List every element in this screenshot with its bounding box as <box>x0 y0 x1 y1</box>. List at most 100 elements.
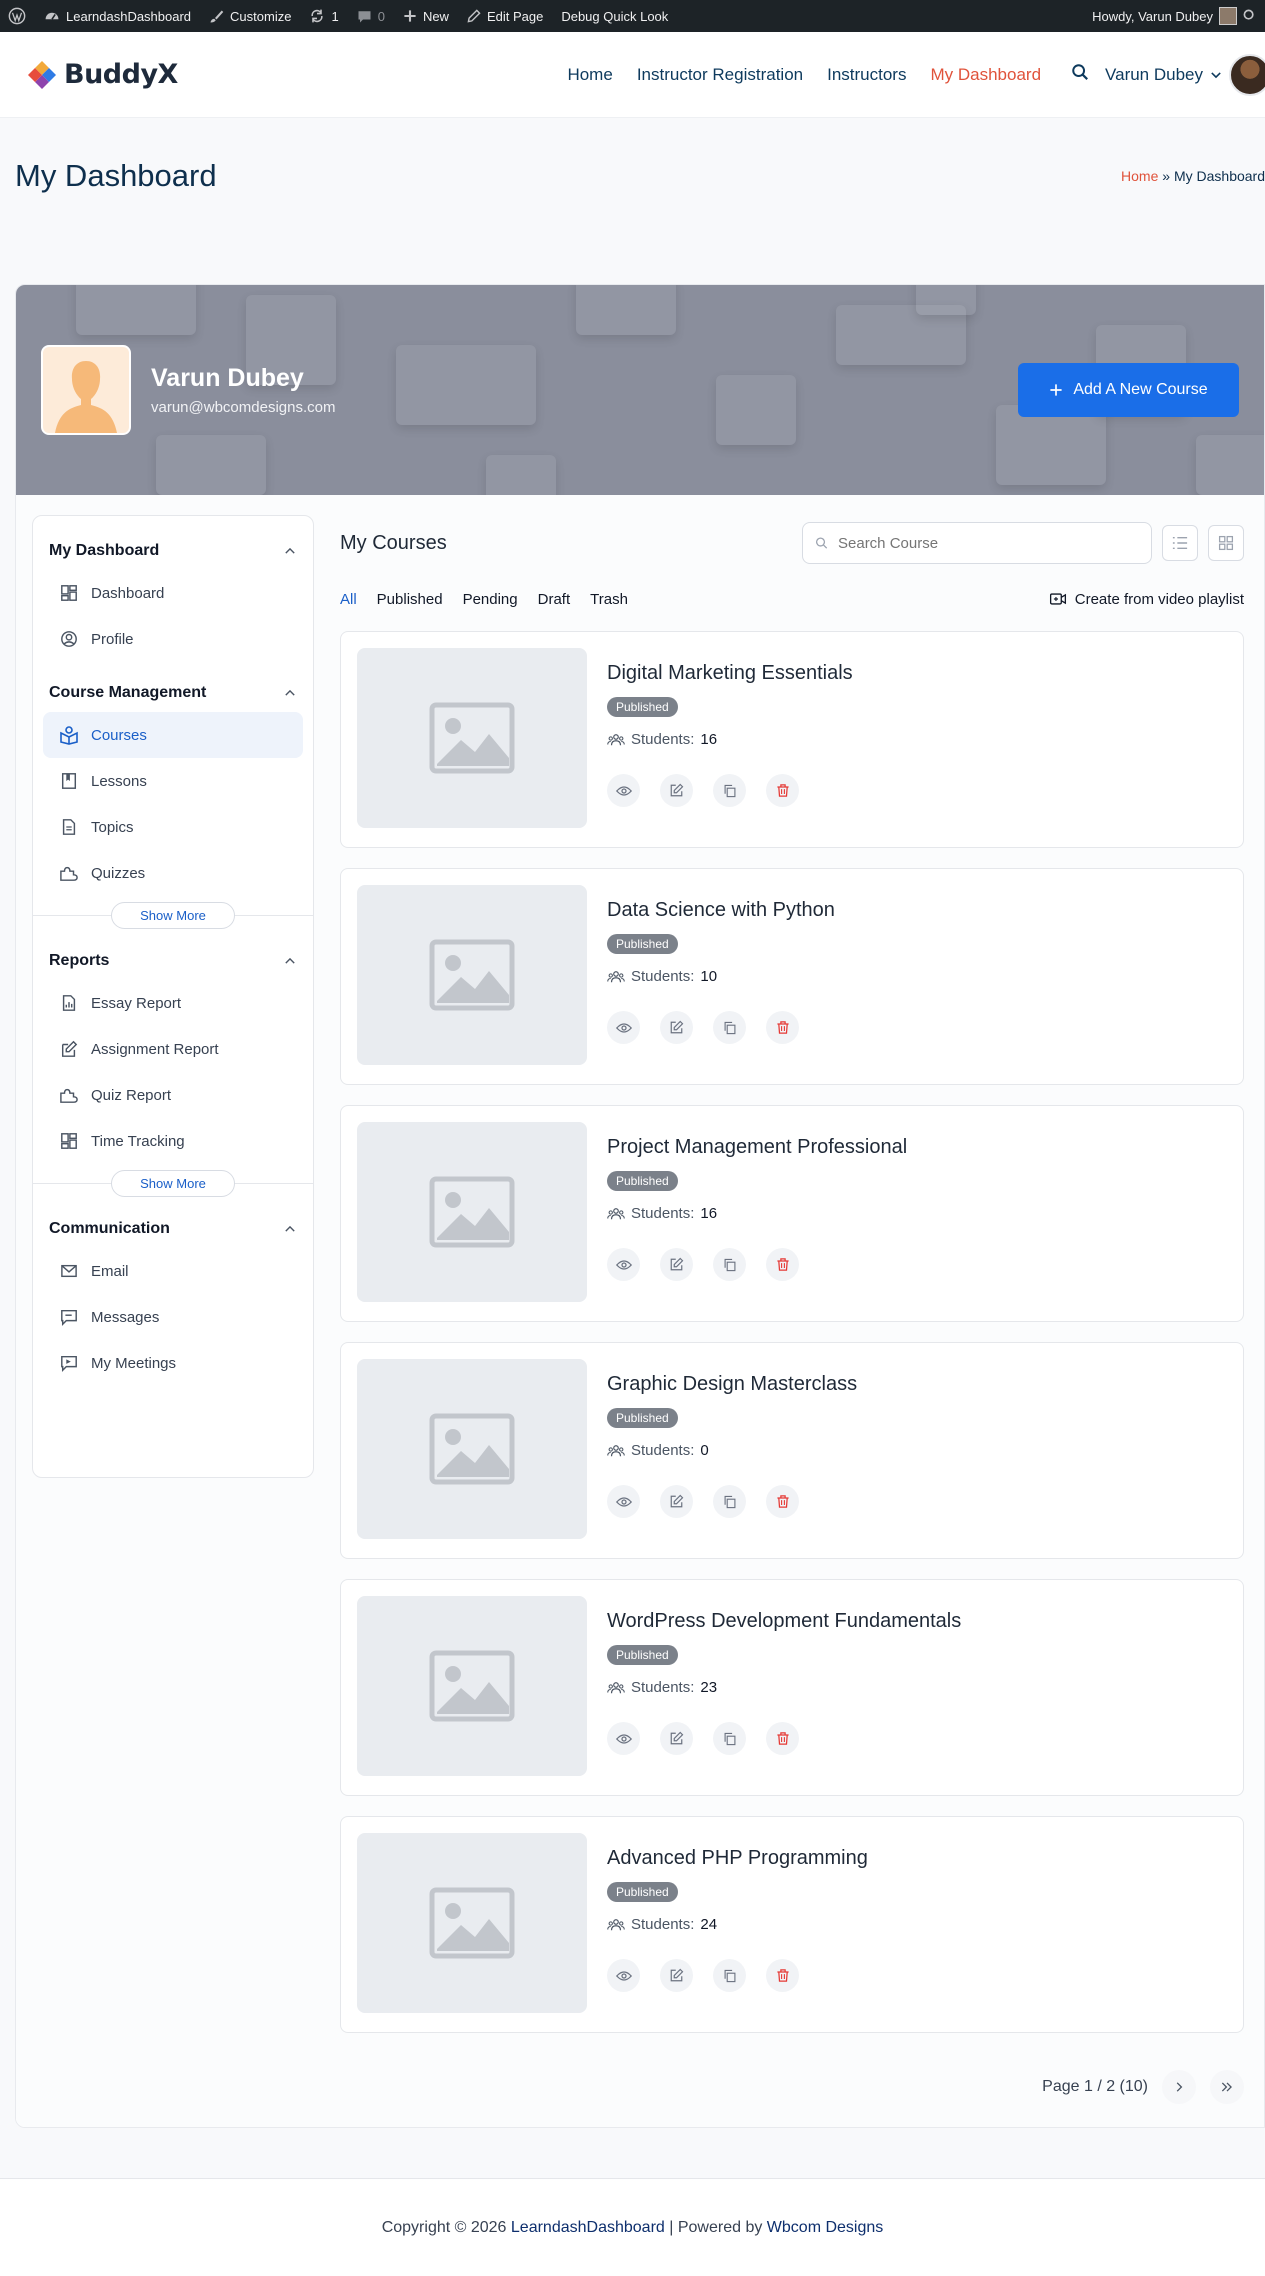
duplicate-course-button[interactable] <box>713 1959 746 1992</box>
user-menu[interactable]: Varun Dubey <box>1105 65 1223 85</box>
sidebar-item-dashboard[interactable]: Dashboard <box>43 570 303 616</box>
delete-course-button[interactable] <box>766 1011 799 1044</box>
footer-company-link[interactable]: Wbcom Designs <box>767 2219 883 2237</box>
show-more-button[interactable]: Show More <box>111 1169 235 1197</box>
course-title[interactable]: Graphic Design Masterclass <box>607 1373 857 1396</box>
course-title[interactable]: Advanced PHP Programming <box>607 1847 868 1870</box>
course-title[interactable]: Project Management Professional <box>607 1136 907 1159</box>
admin-debug-link[interactable]: Debug Quick Look <box>561 9 668 24</box>
course-card: Graphic Design Masterclass Published Stu… <box>340 1342 1244 1559</box>
students-number: 0 <box>700 1442 709 1459</box>
delete-course-button[interactable] <box>766 1485 799 1518</box>
duplicate-course-button[interactable] <box>713 1485 746 1518</box>
edit-course-button[interactable] <box>660 774 693 807</box>
duplicate-course-button[interactable] <box>713 1722 746 1755</box>
wordpress-logo-icon[interactable] <box>8 7 26 25</box>
show-more-row: Show More <box>33 1168 313 1198</box>
duplicate-course-button[interactable] <box>713 1248 746 1281</box>
course-title[interactable]: WordPress Development Fundamentals <box>607 1610 961 1633</box>
admin-account-menu[interactable]: Howdy, Varun Dubey <box>1092 7 1257 25</box>
sidebar-section-communication[interactable]: Communication <box>33 1210 313 1248</box>
sidebar-item-courses[interactable]: Courses <box>43 712 303 758</box>
admin-site-link[interactable]: LearndashDashboard <box>44 8 191 24</box>
admin-updates-link[interactable]: 1 <box>309 8 339 24</box>
view-course-button[interactable] <box>607 774 640 807</box>
search-course-input[interactable] <box>838 534 1139 552</box>
site-logo[interactable]: BuddyX <box>26 59 178 91</box>
footer-site-link[interactable]: LearndashDashboard <box>511 2219 665 2237</box>
tab-draft[interactable]: Draft <box>538 591 571 608</box>
course-thumbnail[interactable] <box>357 1359 587 1539</box>
tab-pending[interactable]: Pending <box>463 591 518 608</box>
breadcrumb: Home » My Dashboard <box>1121 168 1265 184</box>
admin-customize-link[interactable]: Customize <box>209 9 291 24</box>
sidebar-item-profile[interactable]: Profile <box>43 616 303 662</box>
delete-course-button[interactable] <box>766 774 799 807</box>
sidebar-section-course-management[interactable]: Course Management <box>33 674 313 712</box>
sidebar-item-time-tracking[interactable]: Time Tracking <box>43 1118 303 1164</box>
sidebar-item-my-meetings[interactable]: My Meetings <box>43 1340 303 1386</box>
search-icon[interactable] <box>1243 9 1257 23</box>
course-title[interactable]: Digital Marketing Essentials <box>607 662 853 685</box>
duplicate-course-button[interactable] <box>713 774 746 807</box>
meeting-icon <box>59 1353 79 1373</box>
admin-comments-link[interactable]: 0 <box>357 9 385 24</box>
edit-course-button[interactable] <box>660 1485 693 1518</box>
plus-icon <box>404 10 416 22</box>
list-view-button[interactable] <box>1162 525 1198 561</box>
nav-instructor-registration[interactable]: Instructor Registration <box>637 65 803 85</box>
sidebar-item-quiz-report[interactable]: Quiz Report <box>43 1072 303 1118</box>
last-page-button[interactable] <box>1210 2070 1244 2104</box>
user-avatar[interactable] <box>1229 53 1265 96</box>
nav-my-dashboard[interactable]: My Dashboard <box>930 65 1041 85</box>
edit-course-button[interactable] <box>660 1248 693 1281</box>
course-thumbnail[interactable] <box>357 885 587 1065</box>
tab-published[interactable]: Published <box>377 591 443 608</box>
tab-all[interactable]: All <box>340 591 357 608</box>
sidebar-item-essay-report[interactable]: Essay Report <box>43 980 303 1026</box>
view-course-button[interactable] <box>607 1485 640 1518</box>
course-thumbnail[interactable] <box>357 1122 587 1302</box>
add-course-button[interactable]: Add A New Course <box>1018 363 1239 417</box>
view-course-button[interactable] <box>607 1959 640 1992</box>
view-course-button[interactable] <box>607 1722 640 1755</box>
view-course-button[interactable] <box>607 1248 640 1281</box>
search-icon[interactable] <box>1071 63 1089 86</box>
tab-trash[interactable]: Trash <box>590 591 628 608</box>
nav-home[interactable]: Home <box>567 65 612 85</box>
sidebar-item-lessons[interactable]: Lessons <box>43 758 303 804</box>
create-from-playlist-link[interactable]: Create from video playlist <box>1049 591 1244 608</box>
trash-icon <box>776 1021 789 1034</box>
sidebar-item-quizzes[interactable]: Quizzes <box>43 850 303 896</box>
edit-course-button[interactable] <box>660 1011 693 1044</box>
show-more-button[interactable]: Show More <box>111 901 235 929</box>
course-thumbnail[interactable] <box>357 648 587 828</box>
status-badge: Published <box>607 1882 678 1902</box>
sidebar-item-assignment-report[interactable]: Assignment Report <box>43 1026 303 1072</box>
nav-instructors[interactable]: Instructors <box>827 65 906 85</box>
sidebar-section-reports[interactable]: Reports <box>33 942 313 980</box>
eye-icon <box>615 1496 632 1507</box>
admin-new-link[interactable]: New <box>403 9 449 24</box>
sidebar-item-messages[interactable]: Messages <box>43 1294 303 1340</box>
students-count: Students: 0 <box>607 1442 857 1459</box>
duplicate-course-button[interactable] <box>713 1011 746 1044</box>
profile-avatar[interactable] <box>41 345 131 435</box>
course-thumbnail[interactable] <box>357 1833 587 2013</box>
breadcrumb-home-link[interactable]: Home <box>1121 168 1158 184</box>
course-thumbnail[interactable] <box>357 1596 587 1776</box>
grid-view-button[interactable] <box>1208 525 1244 561</box>
view-course-button[interactable] <box>607 1011 640 1044</box>
next-page-button[interactable] <box>1162 2070 1196 2104</box>
status-badge: Published <box>607 1171 678 1191</box>
edit-course-button[interactable] <box>660 1959 693 1992</box>
delete-course-button[interactable] <box>766 1248 799 1281</box>
admin-edit-page-link[interactable]: Edit Page <box>467 9 543 24</box>
edit-course-button[interactable] <box>660 1722 693 1755</box>
course-title[interactable]: Data Science with Python <box>607 899 835 922</box>
delete-course-button[interactable] <box>766 1722 799 1755</box>
sidebar-section-my-dashboard[interactable]: My Dashboard <box>33 532 313 570</box>
sidebar-item-topics[interactable]: Topics <box>43 804 303 850</box>
sidebar-item-email[interactable]: Email <box>43 1248 303 1294</box>
delete-course-button[interactable] <box>766 1959 799 1992</box>
